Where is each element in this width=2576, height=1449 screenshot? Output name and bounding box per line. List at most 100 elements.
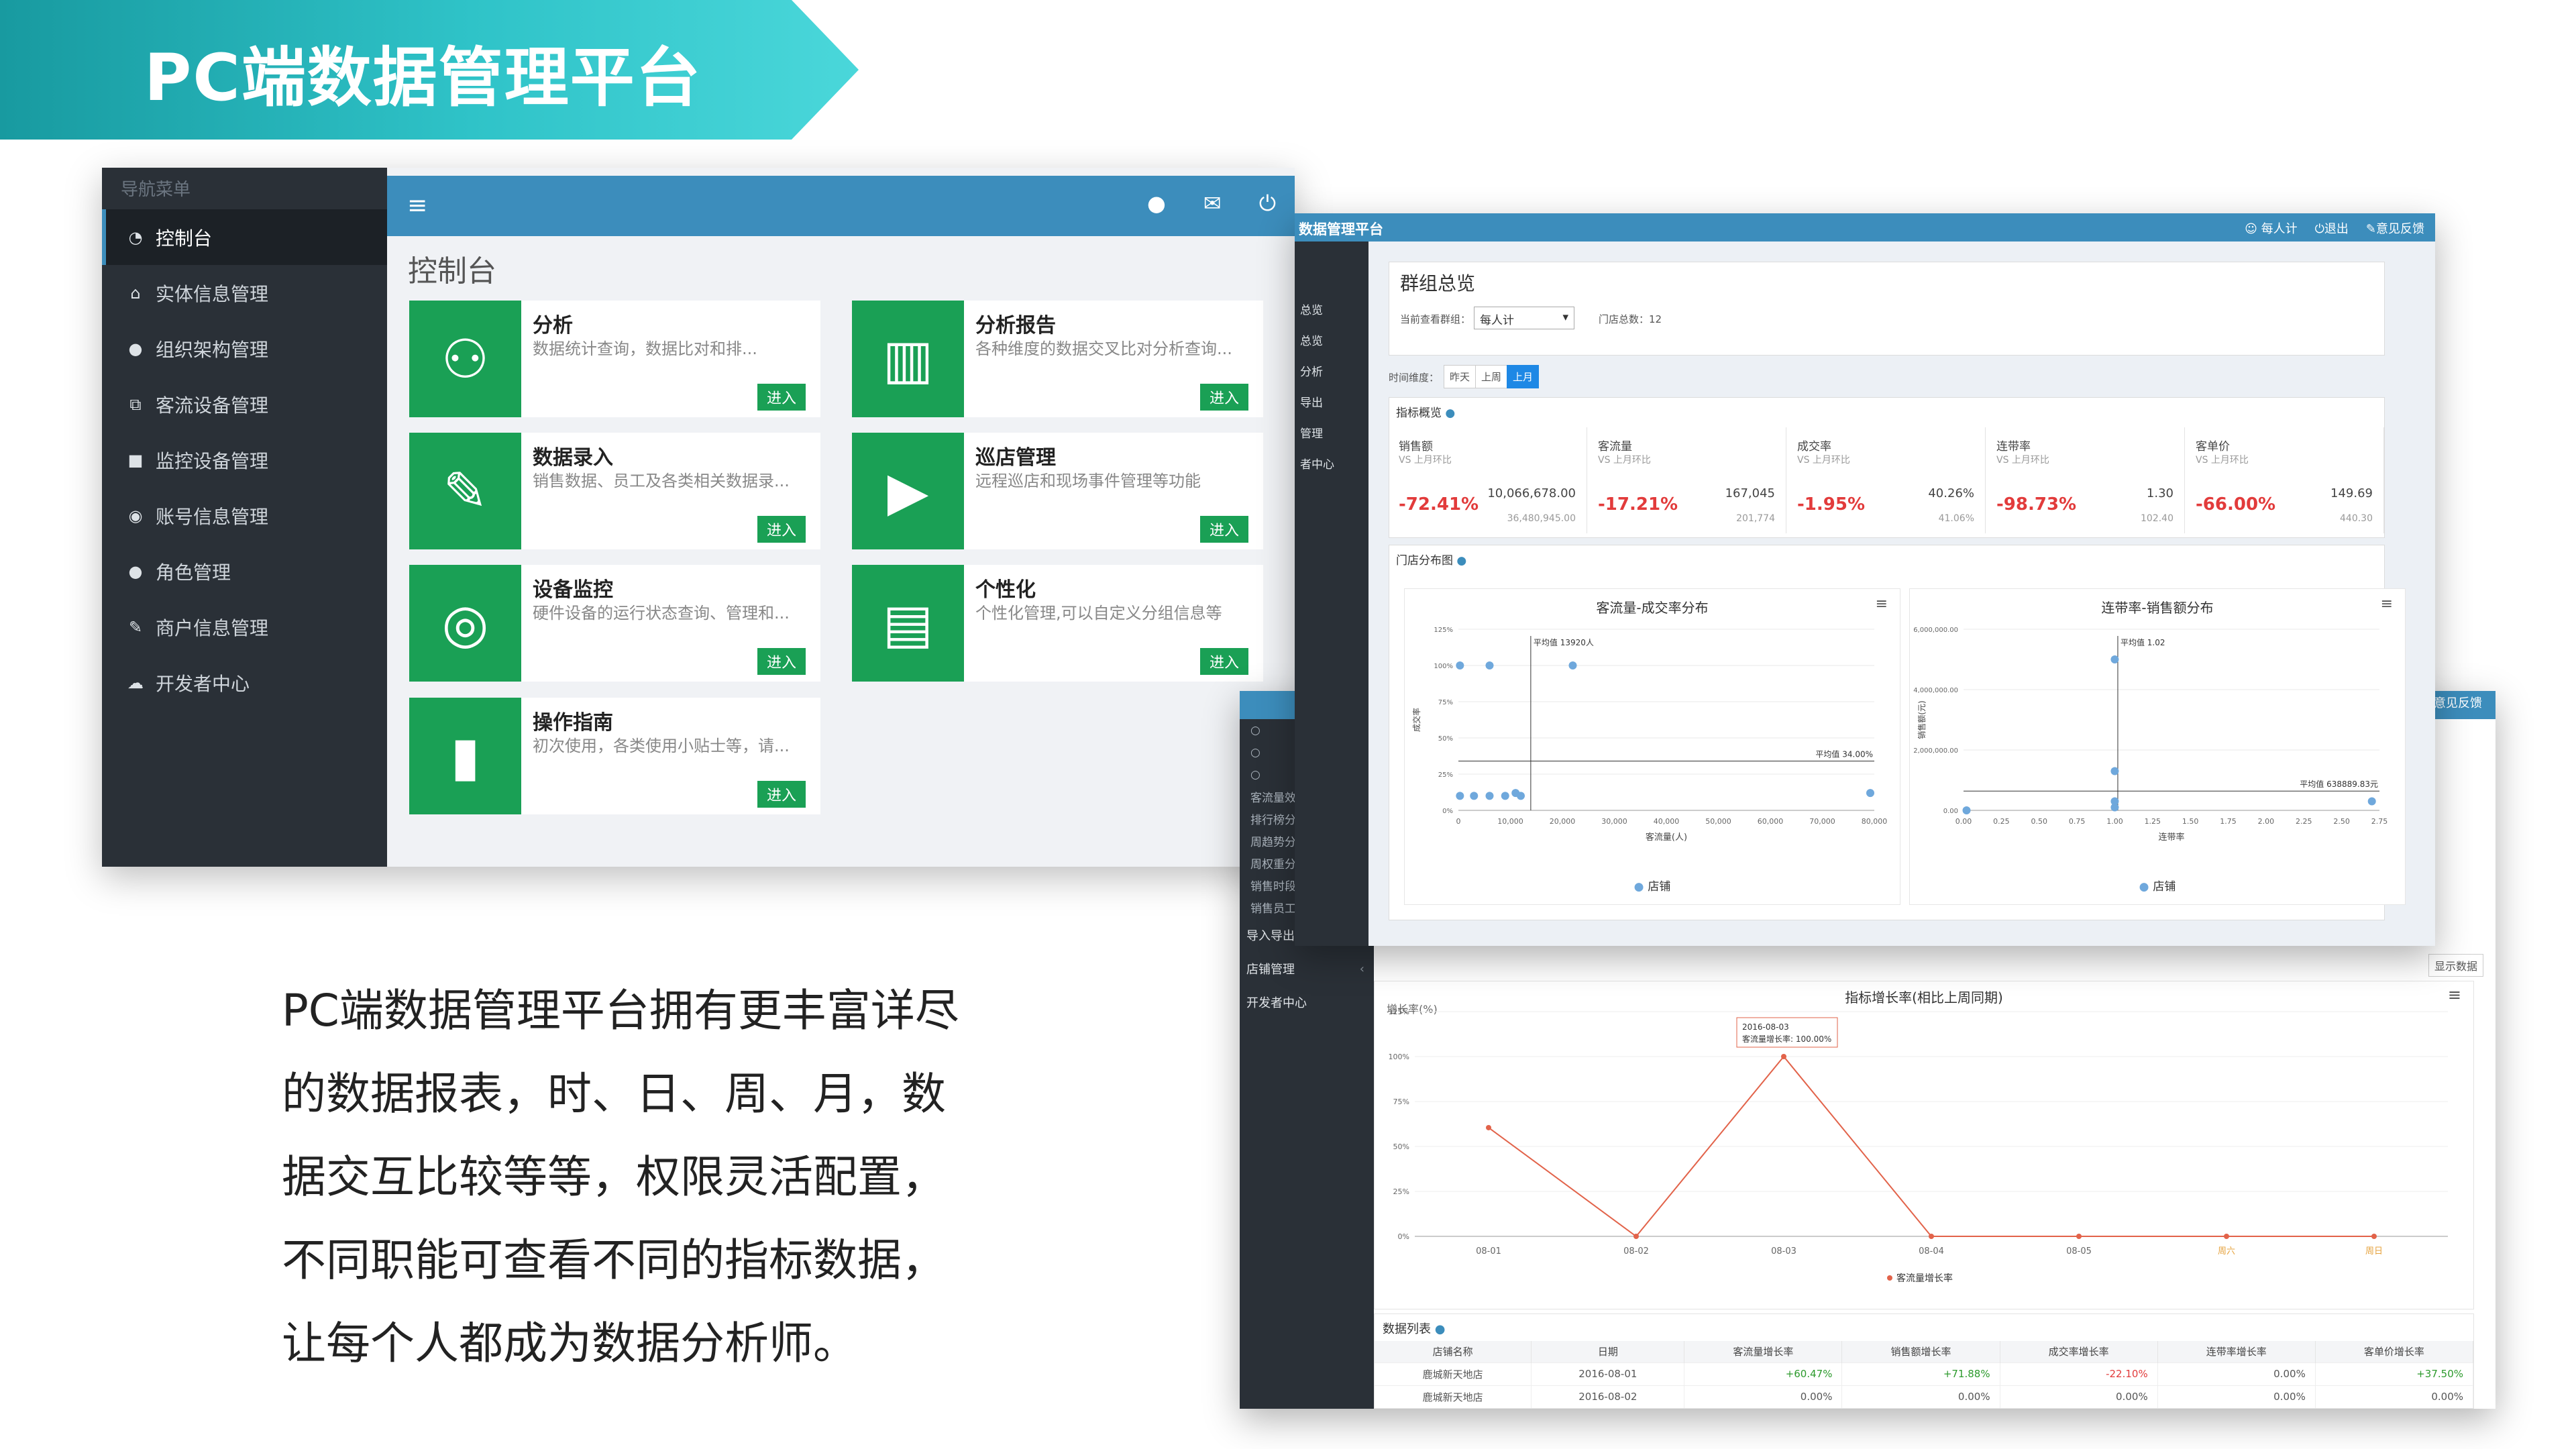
sidebar-item[interactable]: 店铺管理 ‹: [1240, 952, 1374, 985]
legend-label: 客流量增长率: [1896, 1273, 1953, 1284]
sidebar-item-label: 组织架构管理: [156, 338, 269, 361]
x-tick-label: 1.00: [2106, 817, 2123, 826]
scatter-point: [1485, 792, 1494, 800]
column-header[interactable]: 店铺名称: [1375, 1341, 1532, 1362]
sidebar-item[interactable]: ☁ 开发者中心: [102, 655, 387, 710]
x-tick-label: 70,000: [1809, 817, 1835, 826]
cloud-icon: ☁: [127, 673, 144, 692]
x-tick-label: 08-03: [1771, 1246, 1796, 1256]
x-tick-label: 0.25: [1993, 817, 2010, 826]
description-line: 让每个人都成为数据分析师。: [282, 1318, 857, 1369]
data-list-title: 数据列表 ●: [1383, 1322, 1446, 1336]
kpi-card: 客单价 VS 上月环比 -66.00% 149.69 440.30: [2186, 427, 2384, 533]
kpi-name: 成交率: [1797, 440, 1831, 453]
x-tick-label: 周日: [2365, 1246, 2383, 1256]
line-chart-svg: 0% 25% 50% 75% 100% 125% 08-01 08-02 08-03 08-04 0…: [1389, 1008, 2448, 1284]
menu-toggle-icon[interactable]: ≡: [407, 192, 427, 219]
chart-legend[interactable]: 店铺: [1910, 877, 2405, 894]
time-option-button[interactable]: 昨天: [1444, 365, 1477, 388]
table-cell: 0.00%: [1684, 1385, 1843, 1408]
table-cell: 0.00%: [2157, 1385, 2316, 1408]
sidebar-item-label: 店铺管理: [1246, 963, 1295, 977]
enter-button[interactable]: 进入: [757, 384, 806, 411]
time-option-button[interactable]: 上周: [1475, 365, 1508, 388]
time-option-button[interactable]: 上月: [1507, 365, 1540, 388]
sidebar-item[interactable]: ■ 监控设备管理: [102, 432, 387, 488]
sidebar-item[interactable]: 开发者中心: [1240, 985, 1374, 1019]
enter-button[interactable]: 进入: [757, 648, 806, 675]
module-card[interactable]: ⚇ 分析 数据统计查询，数据比对和排... 进入: [409, 301, 820, 417]
enter-button[interactable]: 进入: [1199, 648, 1248, 675]
card-description: 硬件设备的运行状态查询、管理和...: [533, 604, 790, 623]
module-card[interactable]: ▶ 巡店管理 远程巡店和现场事件管理等功能 进入: [852, 433, 1263, 549]
scatter-point: [1501, 792, 1509, 800]
sidebar-item[interactable]: 分析: [1297, 357, 1368, 388]
sidebar-item-label: 开发者中心: [156, 672, 250, 695]
enter-button[interactable]: 进入: [1199, 516, 1248, 543]
dashboard-screenshot: 导航菜单 ◔ 控制台 ⌂ 实体信息管理 ● 组织架构管理 ⧉ 客流设备管理 ■ 监控设备管理 ◉ 账号…: [102, 168, 1295, 867]
kpi-change: -66.00%: [2196, 494, 2276, 515]
user-icon[interactable]: ●: [1147, 191, 1166, 217]
sidebar-item[interactable]: 总览: [1297, 326, 1368, 357]
module-card[interactable]: ◎ 设备监控 硬件设备的运行状态查询、管理和... 进入: [409, 565, 820, 682]
module-card[interactable]: ✎ 数据录入 销售数据、员工及各类相关数据录... 进入: [409, 433, 820, 549]
sidebar-item[interactable]: ◔ 控制台: [102, 209, 387, 265]
x-tick-label: 1.50: [2182, 817, 2199, 826]
module-card[interactable]: ▤ 个性化 个性化管理,可以自定义分组信息等 进入: [852, 565, 1263, 682]
sidebar-item[interactable]: 总览: [1297, 295, 1368, 326]
sidebar-item[interactable]: ● 角色管理: [102, 543, 387, 599]
sidebar-item[interactable]: ⧉ 客流设备管理: [102, 376, 387, 432]
column-header[interactable]: 连带率增长率: [2157, 1341, 2316, 1362]
kpi-compare: VS 上月环比: [2196, 455, 2249, 466]
kpi-prev-value: 102.40: [2141, 513, 2174, 524]
feedback-link[interactable]: ✎意见反馈: [2366, 219, 2424, 237]
scatter-point: [1456, 792, 1464, 800]
scatter-point: [2110, 797, 2119, 806]
table-cell: -22.10%: [2000, 1362, 2158, 1385]
logout-link[interactable]: ⏻退出: [2315, 219, 2349, 237]
x-tick-label: 08-02: [1623, 1246, 1649, 1256]
x-tick-label: 1.75: [2220, 817, 2237, 826]
module-card[interactable]: ▮ 操作指南 初次使用，各类使用小贴士等，请... 进入: [409, 698, 820, 814]
column-header[interactable]: 客流量增长率: [1684, 1341, 1843, 1362]
card-description: 数据统计查询，数据比对和排...: [533, 339, 757, 358]
sidebar-item[interactable]: ✎ 商户信息管理: [102, 599, 387, 655]
line-point: [2224, 1234, 2229, 1239]
enter-button[interactable]: 进入: [757, 516, 806, 543]
power-icon[interactable]: ⏻: [1259, 191, 1276, 217]
scatter-point: [1568, 661, 1577, 669]
sidebar-item[interactable]: 管理: [1297, 419, 1368, 449]
nav-header: 导航菜单: [121, 180, 191, 200]
scatter-point: [2367, 797, 2376, 806]
column-header[interactable]: 客单价增长率: [2315, 1341, 2474, 1362]
y-tick-label: 25%: [1393, 1187, 1409, 1196]
sidebar-item[interactable]: ◉ 账号信息管理: [102, 488, 387, 543]
table-row: 鹿城新天地店 2016-08-01 +60.47% +71.88% -22.10% 0.0…: [1375, 1362, 2474, 1385]
enter-button[interactable]: 进入: [1199, 384, 1248, 411]
column-header[interactable]: 日期: [1531, 1341, 1685, 1362]
column-header[interactable]: 成交率增长率: [2000, 1341, 2158, 1362]
data-table: 店铺名称 日期 客流量增长率 销售额增长率 成交率增长率 连带率增长率 客单价增长率 鹿城新…: [1375, 1341, 2474, 1408]
sidebar-item[interactable]: ⌂ 实体信息管理: [102, 265, 387, 321]
kpi-card: 客流量 VS 上月环比 -17.21% 167,045 201,774: [1589, 427, 1786, 533]
user-menu[interactable]: ☺ 每人计: [2245, 219, 2298, 237]
enter-button[interactable]: 进入: [757, 781, 806, 808]
column-header[interactable]: 销售额增长率: [1841, 1341, 2000, 1362]
kpi-name: 客流量: [1598, 440, 1632, 453]
group-select[interactable]: 每人计 ▾: [1474, 307, 1574, 329]
x-tick-label: 0.00: [1955, 817, 1972, 826]
table-cell: 0.00%: [2315, 1385, 2474, 1408]
show-data-button[interactable]: 显示数据: [2428, 954, 2484, 977]
sidebar-item[interactable]: 者中心: [1297, 449, 1368, 480]
card-description: 个性化管理,可以自定义分组信息等: [975, 604, 1222, 623]
feedback-link[interactable]: 意见反馈: [2434, 694, 2482, 711]
sidebar-item[interactable]: 导出: [1297, 388, 1368, 419]
description-line: 不同职能可查看不同的指标数据，: [282, 1234, 946, 1286]
table-cell: 鹿城新天地店: [1375, 1385, 1532, 1408]
x-tick-label: 30,000: [1601, 817, 1627, 826]
sidebar-item[interactable]: ● 组织架构管理: [102, 321, 387, 376]
chart-legend[interactable]: 店铺: [1405, 877, 1900, 894]
chevron-left-icon: ‹: [1359, 961, 1364, 976]
module-card[interactable]: ▥ 分析报告 各种维度的数据交叉比对分析查询... 进入: [852, 301, 1263, 417]
mail-icon[interactable]: ✉: [1203, 191, 1222, 217]
